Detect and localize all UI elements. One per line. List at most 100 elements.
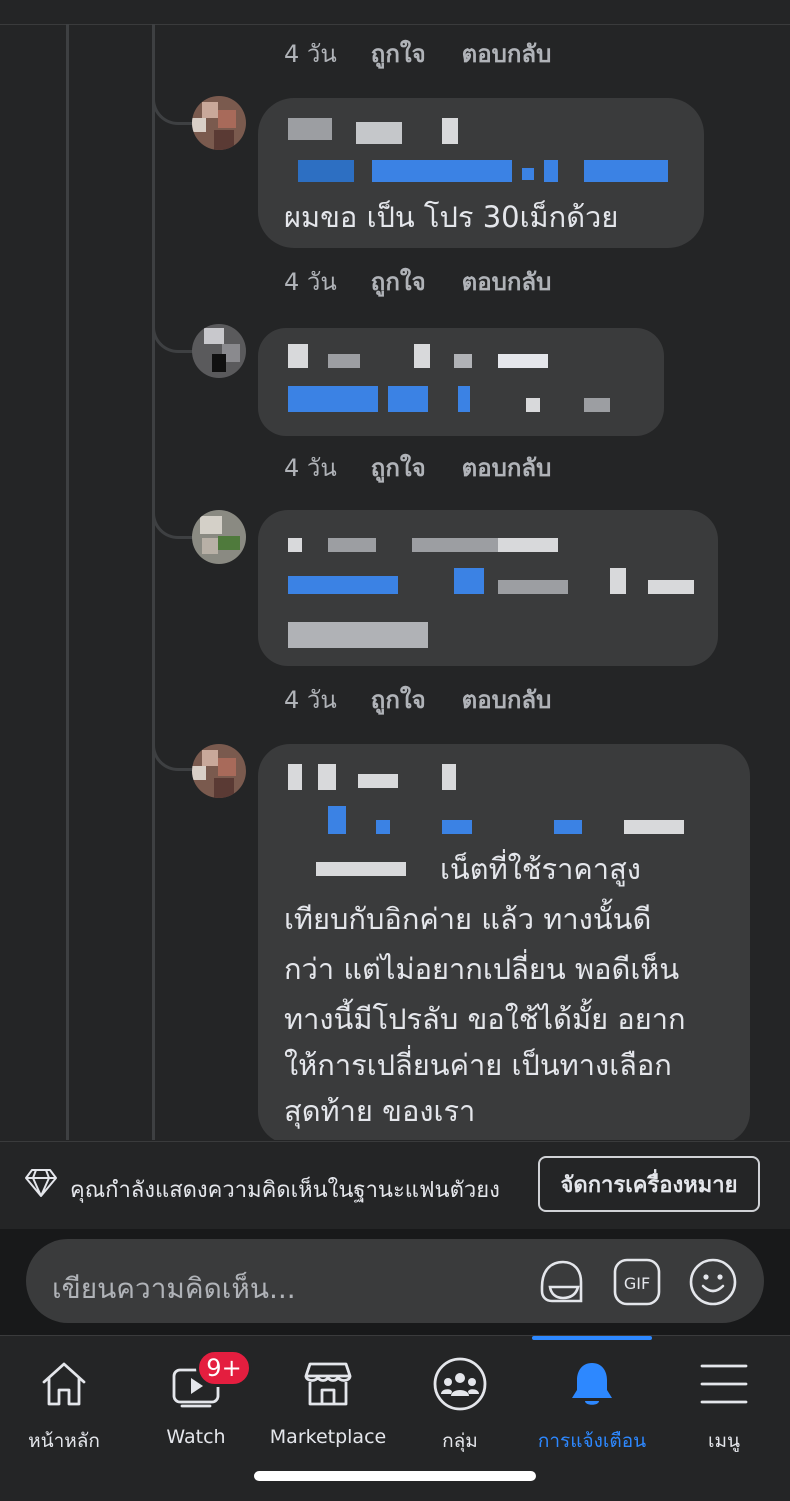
emoji-icon[interactable] [688,1257,738,1307]
redacted-tag [648,580,694,594]
avatar-sticker-icon[interactable] [536,1257,586,1307]
reply-connector [152,506,193,539]
redacted-name [328,538,376,552]
notice-text: คุณกำลังแสดงความคิดเห็นในฐานะแฟนตัวยง [70,1178,500,1203]
thread-line [66,24,69,1140]
manage-badge-button[interactable]: จัดการเครื่องหมาย [538,1156,760,1212]
redacted-name [288,118,332,140]
comment-text-line: เทียบกับอิกค่าย แล้ว ทางนั้นดี [284,902,652,936]
redacted-tag [376,820,390,834]
redacted-tag [584,398,610,412]
redacted-tag [298,160,354,182]
redacted-tag [544,160,558,182]
reply-button[interactable]: ตอบกลับ [462,680,552,719]
like-button[interactable]: ถูกใจ [371,34,426,73]
tab-notifications[interactable]: การแจ้งเตือน [532,1336,652,1456]
redacted-name [288,764,302,790]
redacted-name [288,538,302,552]
redacted-tag [454,568,484,594]
redacted-name [498,354,548,368]
reply-connector [152,92,193,125]
redacted-tag [372,160,512,182]
redacted-name [414,344,430,368]
comment-text-line: ทางนี้มีโปรลับ ขอใช้ได้มั้ย อยาก [284,1002,686,1036]
redacted-tag [458,386,470,412]
like-button[interactable]: ถูกใจ [371,680,426,719]
comment-composer: เขียนความคิดเห็น... GIF [0,1229,790,1335]
tab-home[interactable]: หน้าหลัก [24,1336,104,1456]
redacted-name [328,354,360,368]
tab-groups[interactable]: กลุ่ม [420,1336,500,1456]
tab-menu[interactable]: เมนู [684,1336,764,1456]
comment-text-line: กว่า แต่ไม่อยากเปลี่ยน พอดีเห็น [284,952,680,986]
groups-icon [432,1356,488,1412]
redacted-tag [288,386,378,412]
redacted-tag [610,568,626,594]
like-button[interactable]: ถูกใจ [371,262,426,301]
comment-placeholder: เขียนความคิดเห็น... [52,1272,296,1305]
comment-age: 4 วัน [284,454,337,482]
divider [0,24,790,25]
redacted-name [356,122,402,144]
menu-icon [696,1356,752,1412]
comment-age: 4 วัน [284,268,337,296]
redacted-tag [328,806,346,834]
comment-meta: 4 วัน ถูกใจ ตอบกลับ [284,448,551,487]
comment-text: ผมขอ เป็น โปร 30เม็กด้วย [284,200,619,234]
redacted-name [318,764,336,790]
avatar[interactable] [192,324,246,378]
notification-badge: 9+ [196,1349,252,1387]
tab-marketplace[interactable]: Marketplace [268,1336,388,1456]
redacted-tag [442,820,472,834]
redacted-tag [388,386,428,412]
redacted-text [316,862,406,876]
redacted-name [454,354,472,368]
tab-label: เมนู [707,1430,740,1452]
bell-icon [564,1356,620,1412]
redacted-name [442,764,456,790]
marketplace-icon [300,1356,356,1412]
comment-text-line: สุดท้าย ของเรา [284,1094,476,1128]
comment-meta: 4 วัน ถูกใจ ตอบกลับ [284,680,551,719]
reply-connector [152,738,193,771]
redacted-tag [522,168,534,180]
redacted-tag [554,820,582,834]
avatar[interactable] [192,96,246,150]
redacted-tag [584,160,668,182]
redacted-name [358,774,398,788]
reply-button[interactable]: ตอบกลับ [462,448,552,487]
comment-bubble[interactable] [258,510,718,666]
tab-label: การแจ้งเตือน [537,1430,647,1452]
redacted-name [288,344,308,368]
gif-icon[interactable]: GIF [612,1257,662,1307]
redacted-tag [526,398,540,412]
diamond-icon [24,1168,58,1202]
home-indicator [254,1471,536,1481]
comment-meta: 4 วัน ถูกใจ ตอบกลับ [284,262,551,301]
redacted-name [412,538,512,552]
comment-age: 4 วัน [284,686,337,714]
tab-label: หน้าหลัก [28,1430,100,1452]
fan-notice-bar: คุณกำลังแสดงความคิดเห็นในฐานะแฟนตัวยง จั… [0,1141,790,1230]
avatar[interactable] [192,744,246,798]
svg-text:GIF: GIF [624,1274,650,1293]
comment-meta: 4 วัน ถูกใจ ตอบกลับ [284,34,551,73]
reply-button[interactable]: ตอบกลับ [462,262,552,301]
redacted-tag [288,576,398,594]
reply-button[interactable]: ตอบกลับ [462,34,552,73]
redacted-tag [624,820,684,834]
redacted-name [442,118,458,144]
comment-thread: 4 วัน ถูกใจ ตอบกลับ ผมขอ เป็น โปร 30เม็ก… [0,0,790,1140]
redacted-name [498,538,558,552]
tab-label: Marketplace [269,1426,387,1448]
reply-connector [152,320,193,353]
thread-line [152,24,155,1140]
avatar[interactable] [192,510,246,564]
comment-text-line: เน็ตที่ใช้ราคาสูง [440,852,641,886]
comment-text-line: ให้การเปลี่ยนค่าย เป็นทางเลือก [284,1048,672,1082]
home-icon [36,1356,92,1412]
tab-label: กลุ่ม [442,1430,478,1452]
redacted-text [288,622,428,648]
like-button[interactable]: ถูกใจ [371,448,426,487]
comment-bubble[interactable] [258,328,664,436]
